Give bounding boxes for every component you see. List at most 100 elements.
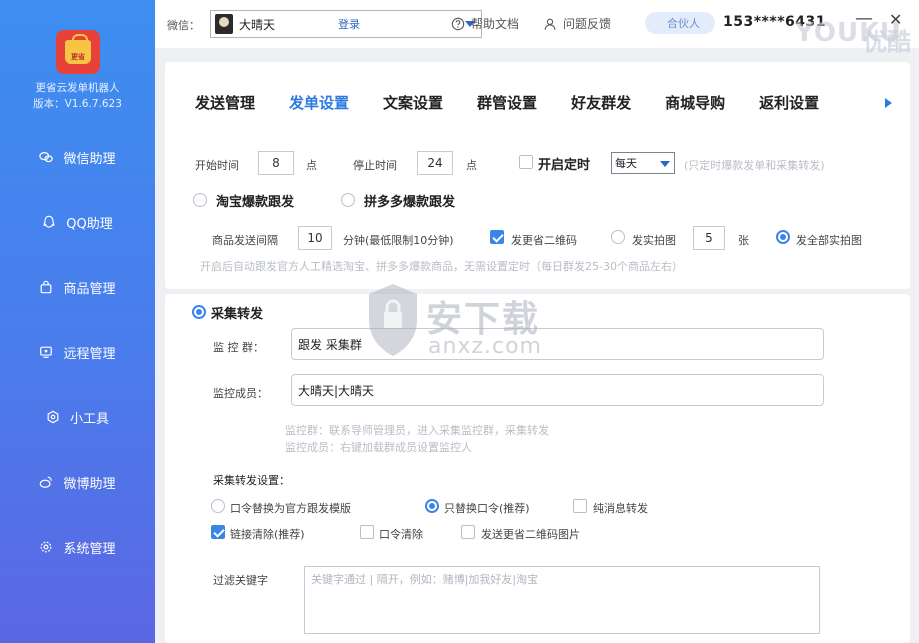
filter-label: 过滤关键字: [213, 574, 268, 587]
sidebar-item-label: 商品管理: [63, 281, 116, 297]
sidebar-item-tools[interactable]: 小工具: [0, 402, 155, 432]
sidebar-item-label: 微信助理: [63, 151, 116, 167]
start-time-label: 开始时间: [195, 159, 239, 172]
monitor-member-label: 监控成员：: [213, 387, 268, 400]
sidebar-item-label: 系统管理: [63, 541, 116, 557]
filter-keywords-input[interactable]: 关键字通过 | 隔开，例如：赌博|加我好友|淘宝: [304, 566, 820, 634]
photo-radio[interactable]: [611, 230, 625, 244]
sidebar-item-label: 远程管理: [63, 346, 116, 362]
tab-send-settings[interactable]: 发单设置: [289, 92, 349, 113]
tab-friend-broadcast[interactable]: 好友群发: [571, 92, 631, 113]
timer-hint: (只定时爆款发单和采集转发): [684, 159, 825, 172]
stop-time-label: 停止时间: [353, 159, 397, 172]
app-name: 更省云发单机器人: [35, 82, 120, 94]
interval-input[interactable]: 10: [298, 226, 332, 250]
clear-link-checkbox[interactable]: [211, 525, 225, 539]
taobao-follow-label: 淘宝爆款跟发: [216, 195, 295, 210]
qrcode-checkbox[interactable]: [490, 230, 504, 244]
tab-bar: 发送管理 发单设置 文案设置 群管设置 好友群发 商城导购 返利设置: [195, 92, 853, 113]
qrcode-label: 发更省二维码: [511, 234, 577, 247]
template-radio[interactable]: [211, 499, 225, 513]
top-bar: 微信： 大晴天 登录 帮助文档 问题反馈 合伙人 153****6431 YOU…: [155, 0, 919, 56]
frequency-select[interactable]: 每天: [611, 152, 675, 174]
anxz-watermark-sub: anxz.com: [428, 334, 542, 359]
qq-icon: [42, 215, 56, 229]
template-label: 口令替换为官方跟发模版: [230, 502, 351, 515]
settings-title: 采集转发设置：: [213, 474, 290, 487]
clear-token-label: 口令清除: [379, 528, 423, 541]
interval-label: 商品发送间隔: [212, 234, 278, 247]
only-token-radio[interactable]: [425, 499, 439, 513]
plain-forward-checkbox[interactable]: [573, 499, 587, 513]
timer-checkbox[interactable]: [519, 155, 533, 169]
login-link[interactable]: 登录: [338, 16, 360, 32]
sidebar-item-wechat[interactable]: 微信助理: [0, 142, 155, 172]
tab-send-management[interactable]: 发送管理: [195, 92, 255, 113]
tab-scroll-right-icon[interactable]: [885, 98, 892, 108]
help-docs-button[interactable]: 帮助文档: [451, 15, 519, 32]
follow-hint: 开启后自动跟发官方人工精选淘宝、拼多多爆款商品，无需设置定时（每日群发25-30…: [200, 260, 683, 273]
tab-group-settings[interactable]: 群管设置: [477, 92, 537, 113]
tool-icon: [46, 410, 60, 424]
collect-forward-radio[interactable]: [192, 305, 206, 319]
tab-mall-guide[interactable]: 商城导购: [665, 92, 725, 113]
clear-token-checkbox[interactable]: [360, 525, 374, 539]
partner-badge[interactable]: 合伙人: [645, 12, 715, 34]
monitor-icon: [39, 345, 53, 359]
app-version: 版本：V1.6.7.623: [33, 98, 122, 110]
monitor-group-label: 监 控 群：: [213, 341, 264, 354]
start-unit: 点: [306, 159, 317, 172]
logo-text: 更省: [71, 53, 85, 61]
interval-unit: 分钟(最低限制10分钟): [343, 234, 454, 247]
shield-watermark-icon: [369, 284, 417, 356]
chevron-down-icon: [660, 161, 670, 167]
photo-count-input[interactable]: 5: [693, 226, 725, 250]
monitor-hint-1: 监控群：联系导师管理员，进入采集监控群，采集转发: [285, 424, 549, 437]
sidebar-item-system[interactable]: 系统管理: [0, 532, 155, 562]
all-photos-radio[interactable]: [776, 230, 790, 244]
send-settings-panel: 发送管理 发单设置 文案设置 群管设置 好友群发 商城导购 返利设置 开始时间 …: [165, 62, 910, 289]
sidebar-item-label: 微博助理: [63, 476, 116, 492]
weibo-icon: [39, 475, 53, 489]
sidebar-item-weibo[interactable]: 微博助理: [0, 467, 155, 497]
tab-rebate-settings[interactable]: 返利设置: [759, 92, 819, 113]
wechat-icon: [39, 150, 54, 164]
close-button[interactable]: ✕: [889, 10, 902, 29]
monitor-hint-2: 监控成员：右键加载群成员设置监控人: [285, 441, 472, 454]
sidebar-item-qq[interactable]: QQ助理: [0, 207, 155, 237]
sidebar-item-label: 小工具: [69, 411, 109, 427]
app-logo: 更省: [56, 30, 100, 74]
clear-link-label: 链接清除(推荐): [230, 528, 305, 541]
gear-icon: [39, 540, 53, 554]
stop-time-input[interactable]: 24: [417, 151, 453, 175]
only-token-label: 只替换口令(推荐): [444, 502, 530, 515]
timer-label: 开启定时: [538, 158, 591, 173]
feedback-button[interactable]: 问题反馈: [543, 15, 611, 32]
wechat-label: 微信：: [167, 19, 200, 32]
sidebar-item-label: QQ助理: [66, 216, 113, 232]
account-name: 大晴天: [239, 17, 276, 32]
collect-forward-title: 采集转发: [211, 307, 264, 322]
all-photos-label: 发全部实拍图: [796, 234, 862, 247]
start-time-input[interactable]: 8: [258, 151, 294, 175]
taobao-follow-radio[interactable]: [193, 193, 207, 207]
sidebar-item-remote[interactable]: 远程管理: [0, 337, 155, 367]
tab-copy-settings[interactable]: 文案设置: [383, 92, 443, 113]
minimize-button[interactable]: —: [855, 8, 873, 29]
stop-unit: 点: [466, 159, 477, 172]
sidebar-item-products[interactable]: 商品管理: [0, 272, 155, 302]
partner-label: 合伙人: [667, 17, 700, 30]
plain-forward-label: 纯消息转发: [593, 502, 648, 515]
photo-unit: 张: [738, 234, 749, 247]
pdd-follow-label: 拼多多爆款跟发: [364, 195, 456, 210]
send-qr-label: 发送更省二维码图片: [481, 528, 580, 541]
bag-icon: [39, 280, 53, 294]
question-icon: [451, 17, 465, 30]
pdd-follow-radio[interactable]: [341, 193, 355, 207]
monitor-member-input[interactable]: 大晴天|大晴天: [291, 374, 824, 406]
avatar: [215, 14, 233, 34]
sidebar: 更省 更省云发单机器人 版本：V1.6.7.623 微信助理 QQ助理 商品管理…: [0, 0, 155, 643]
feedback-label: 问题反馈: [563, 17, 612, 31]
send-qr-checkbox[interactable]: [461, 525, 475, 539]
photo-label: 发实拍图: [632, 234, 676, 247]
